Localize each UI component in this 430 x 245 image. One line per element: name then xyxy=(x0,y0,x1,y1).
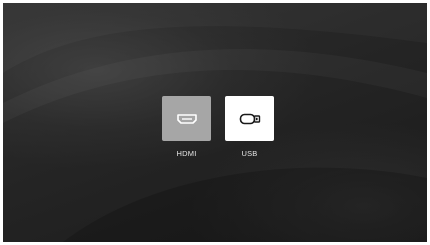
tv-screen: HDMI USB xyxy=(3,3,427,242)
hdmi-port-icon xyxy=(176,113,197,124)
source-label-usb: USB xyxy=(241,149,258,158)
input-source-list: HDMI USB xyxy=(162,96,274,158)
source-label-hdmi: HDMI xyxy=(176,149,197,158)
hdmi-tile[interactable] xyxy=(162,96,211,141)
source-hdmi[interactable]: HDMI xyxy=(162,96,211,158)
source-usb[interactable]: USB xyxy=(225,96,274,158)
usb-tile[interactable] xyxy=(225,96,274,141)
usb-drive-icon xyxy=(239,113,260,124)
